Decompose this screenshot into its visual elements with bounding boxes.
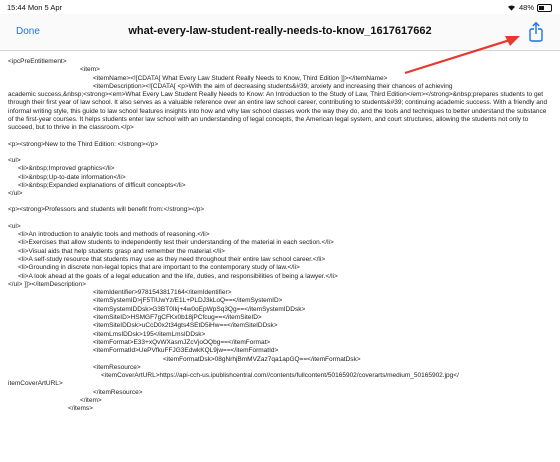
xml-line: </items>	[68, 405, 93, 413]
document-title: what-every-law-student-really-needs-to-k…	[128, 25, 432, 37]
xml-content: <ipcPreEntitlement> <item> <itemName><![…	[8, 58, 552, 414]
xml-line: itemCoverArtURL>	[8, 380, 63, 388]
xml-line: <itemDescription><![CDATA[ <p>With the a…	[93, 82, 453, 90]
xml-paragraph: academic success,&nbsp;<strong><em>What …	[8, 91, 548, 132]
xml-line: <li>Exercises that allow students to ind…	[18, 239, 334, 247]
xml-line: </ul>	[8, 190, 23, 198]
status-time: 15:44 Mon 5 Apr	[7, 3, 63, 12]
nav-bar: Done what-every-law-student-really-needs…	[0, 14, 560, 51]
xml-line: <itemSiteID>HSMGF7gCFKx0b18jPCfcug==</it…	[93, 314, 262, 322]
xml-line: </item>	[80, 396, 102, 404]
xml-line: </ul> ]]></itemDescription>	[8, 280, 86, 288]
xml-line: <li>A self-study resource that students …	[18, 255, 326, 263]
xml-line: <li>&nbsp;Up-to-date information</li>	[18, 173, 126, 181]
xml-line: <li>&nbsp;Improved graphics</li>	[18, 165, 115, 173]
status-indicators: 48%	[507, 3, 552, 12]
xml-line: <item>	[80, 66, 100, 74]
xml-line: <ipcPreEntitlement>	[8, 58, 67, 65]
xml-line: <itemResource>	[93, 363, 141, 371]
xml-line: <itemIdentifier>9781543817164</itemIdent…	[93, 289, 232, 297]
xml-line: <itemFormatId>UePVfkuFFJG3EdwkKQL9jw==</…	[93, 347, 279, 355]
xml-line: <itemCoverArtURL>https://api-cch-us.ipub…	[101, 372, 459, 380]
xml-line: <itemSystemID>jF5TIUwYz/E1L+PLDJ3kLoQ==<…	[93, 297, 283, 305]
xml-line: <itemSystemIDDsk>G3BT0Ikj+4w0oEpWpSq3Qg=…	[93, 305, 306, 313]
share-icon[interactable]	[526, 21, 546, 43]
xml-line: <li>An introduction to analytic tools an…	[18, 231, 210, 239]
xml-line: <li>&nbsp;Expanded explanations of diffi…	[18, 181, 186, 189]
status-bar: 15:44 Mon 5 Apr 48%	[0, 0, 560, 14]
battery-level	[539, 5, 544, 10]
battery-icon	[537, 3, 552, 12]
xml-line: <itemFormat>E33+xQvWXasmJZcVjoOQbg==</it…	[93, 338, 271, 346]
xml-line: <itemFormatDsk>08gNrhjBmMVZaz7qa1apGQ==<…	[163, 355, 361, 363]
xml-line: <li>A look ahead at the goals of a legal…	[18, 272, 338, 280]
xml-line: <p><strong>Professors and students will …	[8, 206, 205, 214]
xml-line: <li>Grounding in discrete non-legal topi…	[18, 264, 300, 272]
xml-line: <itemSiteIDDsk>uCcD0x2t34gts4SEtD5iHw==<…	[93, 322, 278, 330]
battery-percent: 48%	[518, 3, 534, 12]
xml-line: <itemName><![CDATA[ What Every Law Stude…	[93, 74, 388, 82]
xml-line: <ul>	[8, 222, 21, 230]
xml-line: <itemLmsIDDsk>195</itemLmsIDDsk>	[93, 330, 206, 338]
xml-line: <ul>	[8, 156, 21, 164]
wifi-icon	[507, 5, 515, 11]
xml-line: </itemResource>	[93, 388, 143, 396]
xml-line: <p><strong>New to the Third Edition: </s…	[8, 140, 159, 148]
xml-line: <li>Visual aids that help students grasp…	[18, 247, 225, 255]
